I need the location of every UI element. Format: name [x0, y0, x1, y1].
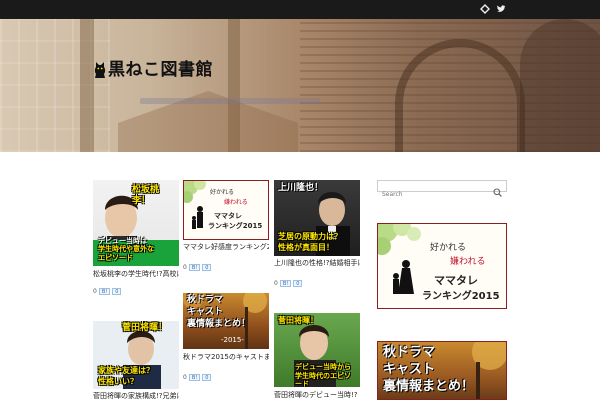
search-icon[interactable] — [493, 182, 502, 197]
hatena-bookmark-button[interactable]: B! — [188, 374, 201, 381]
banner-caption: 好かれる — [430, 243, 467, 253]
thumb-caption: 上川隆也！ — [278, 183, 324, 193]
facebook-like-button[interactable]: 0 — [202, 374, 212, 381]
comment-count[interactable]: 0 — [183, 264, 187, 271]
thumb-caption: 性格いい？ — [98, 377, 138, 386]
post-excerpt — [183, 255, 269, 262]
banner-caption: キャスト — [383, 362, 436, 377]
banner-caption: 嫌われる — [450, 257, 486, 267]
post-thumbnail[interactable]: 好かれる 嫌われる ママタレ ランキング2015 — [183, 180, 269, 240]
post-thumbnail[interactable]: 菅田将暉！ 家族や友達は？ 性格いい？ — [93, 321, 179, 389]
hatena-bookmark-button[interactable]: B! — [188, 264, 201, 271]
sidebar-banner-mamatare[interactable]: 好かれる 嫌われる ママタレ ランキング2015 — [377, 223, 507, 309]
banner-caption: ランキング2015 — [422, 291, 500, 302]
share-bar: 0 B! 0 — [183, 264, 269, 271]
share-bar: 0 B! 0 — [274, 280, 360, 287]
feedly-icon[interactable] — [479, 4, 490, 15]
facebook-like-button[interactable]: 0 — [293, 280, 303, 287]
banner-caption: 秋ドラマ — [383, 345, 436, 360]
facebook-like-button[interactable]: 0 — [112, 288, 122, 295]
thumb-caption: 菅田将暉！ — [122, 323, 168, 333]
thumb-caption: 裏情報まとめ！ — [187, 319, 251, 329]
post-thumbnail[interactable]: 菅田将暉！ デビュー当時から 学生時代のエピソード — [274, 313, 360, 387]
comment-count[interactable]: 0 — [183, 374, 187, 381]
share-bar: 0 B! 0 — [183, 374, 269, 381]
site-title: 黒ねこ図書館 — [108, 60, 213, 80]
thumb-caption: -2015- — [221, 336, 244, 344]
thumb-caption: ママタレ — [214, 212, 242, 220]
post-excerpt — [93, 279, 179, 286]
thumb-caption: 好かれる — [210, 189, 235, 196]
post-excerpt — [274, 271, 360, 278]
post-card[interactable]: 上川隆也！ 芝居の原動力は？ 性格が真面目！ 上川隆也の性格!?結婚相手は？ 0… — [274, 180, 360, 287]
post-thumbnail[interactable]: 秋ドラマ キャスト 裏情報まとめ！ -2015- — [183, 293, 269, 349]
hatena-bookmark-button[interactable]: B! — [98, 288, 111, 295]
post-card[interactable]: 菅田将暉！ デビュー当時から 学生時代のエピソード 菅田将暉のデビュー当時!? — [274, 313, 360, 400]
thumb-caption: 学生時代のエピソード — [295, 372, 351, 387]
search-box — [377, 180, 507, 200]
site-tagline-bar — [140, 98, 320, 104]
post-title[interactable]: 松坂桃李の学生時代!?高校は？ — [93, 270, 179, 279]
top-bar — [0, 0, 600, 19]
thumb-caption: 家族や友達は？ — [98, 366, 154, 375]
thumb-caption: 性格が真面目！ — [278, 243, 334, 252]
post-excerpt — [183, 365, 269, 372]
banner-caption: ママタレ — [434, 274, 478, 287]
twitter-icon[interactable] — [495, 4, 506, 15]
post-thumbnail[interactable]: 上川隆也！ 芝居の原動力は？ 性格が真面目！ — [274, 180, 360, 256]
comment-count[interactable]: 0 — [274, 280, 278, 287]
post-title[interactable]: 秋ドラマ2015のキャストまとめ!? — [183, 353, 269, 362]
site-logo[interactable]: 黒ねこ図書館 — [93, 59, 213, 81]
comment-count[interactable]: 0 — [93, 288, 97, 295]
black-cat-icon — [93, 61, 107, 79]
facebook-like-button[interactable]: 0 — [202, 264, 212, 271]
share-bar: 0 B! 0 — [93, 288, 179, 295]
hatena-bookmark-button[interactable]: B! — [279, 280, 292, 287]
post-card[interactable]: 好かれる 嫌われる ママタレ ランキング2015 ママタレ好感度ランキング201… — [183, 180, 269, 271]
post-card[interactable]: 菅田将暉！ 家族や友達は？ 性格いい？ 菅田将暉の家族構成!?兄弟は？ — [93, 321, 179, 401]
banner-caption: 裏情報まとめ！ — [383, 379, 475, 394]
thumb-caption: 嫌われる — [224, 199, 248, 206]
thumb-caption: エピソード — [98, 254, 133, 262]
sidebar-banner-autumn-drama[interactable]: 秋ドラマ キャスト 裏情報まとめ！ — [377, 341, 507, 400]
thumb-caption: 松坂桃李！ — [132, 185, 160, 206]
search-input[interactable] — [378, 189, 490, 200]
thumb-caption: 芝居の原動力は？ — [278, 232, 342, 241]
header-banner — [0, 19, 600, 152]
post-card[interactable]: 松坂桃李！ デビュー当時は 学生時代や意外な エピソード 松坂桃李の学生時代!?… — [93, 180, 179, 295]
post-title[interactable]: ママタレ好感度ランキング2015!? — [183, 243, 269, 252]
header-photo-arch — [520, 19, 600, 152]
post-title[interactable]: 菅田将暉のデビュー当時!? — [274, 391, 360, 400]
thumb-caption: 菅田将暉！ — [278, 316, 318, 325]
post-thumbnail[interactable]: 松坂桃李！ デビュー当時は 学生時代や意外な エピソード — [93, 180, 179, 266]
post-card[interactable]: 秋ドラマ キャスト 裏情報まとめ！ -2015- 秋ドラマ2015のキャストまと… — [183, 293, 269, 381]
post-title[interactable]: 上川隆也の性格!?結婚相手は？ — [274, 259, 360, 268]
thumb-caption: ランキング2015 — [208, 222, 263, 230]
header-photo-beam — [80, 19, 94, 152]
